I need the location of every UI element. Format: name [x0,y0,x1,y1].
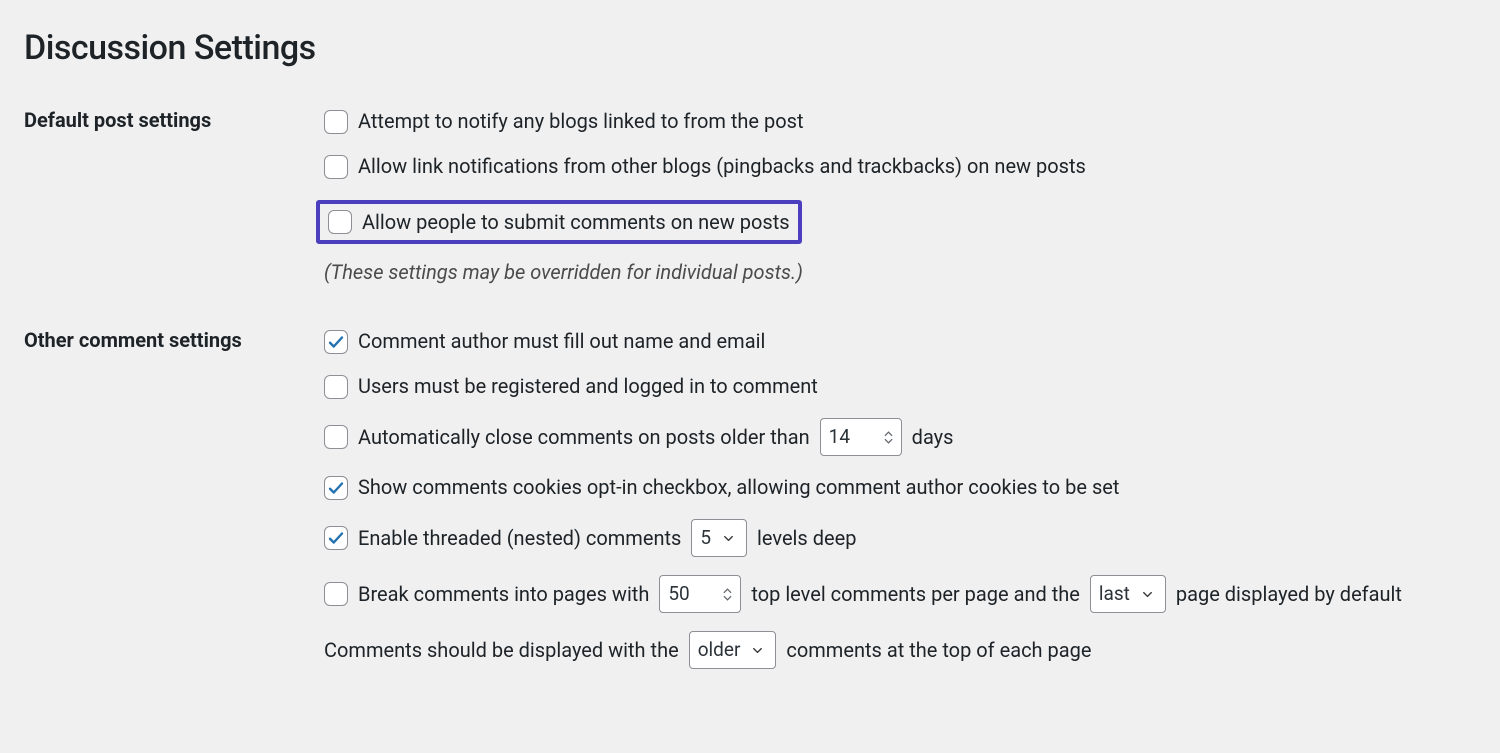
checkbox-allow-comments[interactable] [328,210,352,234]
select-default-page[interactable]: last [1090,575,1166,613]
select-comment-order[interactable]: older [689,631,777,669]
select-default-page-value: last [1099,581,1130,607]
label-allow-comments: Allow people to submit comments on new p… [362,210,790,234]
chevron-down-icon [721,531,736,546]
label-order-prefix: Comments should be displayed with the [324,637,679,664]
stepper-icon [723,588,732,601]
checkbox-require-name-email[interactable] [324,330,348,354]
label-order-suffix: comments at the top of each page [786,637,1091,664]
checkbox-auto-close[interactable] [324,425,348,449]
label-require-name-email: Comment author must fill out name and em… [358,328,765,355]
chevron-down-icon [750,643,765,658]
section-heading-default-post: Default post settings [24,108,324,328]
stepper-icon [884,431,893,444]
label-must-register: Users must be registered and logged in t… [358,373,818,400]
label-allow-pingbacks: Allow link notifications from other blog… [358,153,1086,180]
select-threaded-depth[interactable]: 5 [691,519,747,557]
checkbox-paginate[interactable] [324,582,348,606]
checkbox-notify-blogs[interactable] [324,110,348,134]
label-auto-close-suffix: days [912,424,954,451]
label-auto-close-prefix: Automatically close comments on posts ol… [358,424,810,451]
input-comments-per-page[interactable]: 50 [659,575,741,613]
page-title: Discussion Settings [24,28,1476,68]
label-paginate-prefix: Break comments into pages with [358,581,649,608]
label-paginate-suffix: page displayed by default [1176,581,1402,608]
label-threaded-prefix: Enable threaded (nested) comments [358,525,681,552]
input-comments-per-page-value: 50 [668,581,689,607]
input-auto-close-days-value: 14 [829,424,850,450]
label-cookies-optin: Show comments cookies opt-in checkbox, a… [358,474,1119,501]
highlight-allow-comments: Allow people to submit comments on new p… [316,200,802,244]
label-notify-blogs: Attempt to notify any blogs linked to fr… [358,108,804,135]
select-comment-order-value: older [698,637,741,663]
input-auto-close-days[interactable]: 14 [820,418,902,456]
checkbox-cookies-optin[interactable] [324,476,348,500]
checkbox-must-register[interactable] [324,375,348,399]
select-threaded-depth-value: 5 [700,525,711,551]
checkbox-allow-pingbacks[interactable] [324,155,348,179]
checkbox-threaded[interactable] [324,526,348,550]
section-heading-other-comment: Other comment settings [24,328,324,713]
label-threaded-suffix: levels deep [757,525,856,552]
chevron-down-icon [1140,587,1155,602]
note-default-post: (These settings may be overridden for in… [324,260,1476,284]
label-paginate-mid: top level comments per page and the [751,581,1080,608]
